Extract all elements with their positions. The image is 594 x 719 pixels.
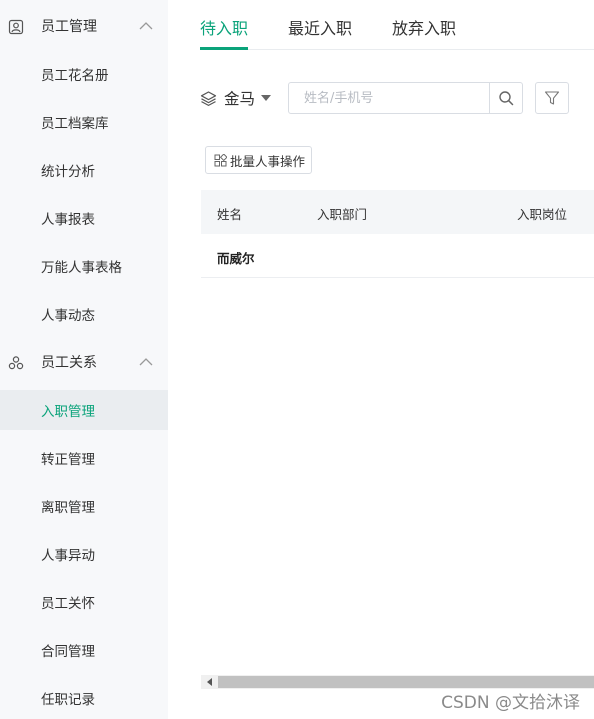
sidebar-item-hr-transfers[interactable]: 人事异动	[0, 534, 168, 574]
filter-button[interactable]	[535, 82, 569, 114]
sidebar-item-label: 员工档案库	[41, 116, 109, 132]
onboarding-table: 姓名 入职部门 入职岗位 而威尔	[201, 190, 594, 278]
layers-icon	[200, 90, 217, 106]
sidebar-group-employee-management[interactable]: 员工管理	[0, 2, 168, 50]
sidebar-item-label: 入职管理	[41, 404, 95, 420]
watermark: CSDN @文拾沐译	[441, 693, 580, 713]
company-name: 金马	[224, 90, 256, 108]
sidebar-item-label: 人事动态	[41, 308, 95, 324]
sidebar-item-label: 人事报表	[41, 212, 95, 228]
sidebar-item-label: 员工花名册	[41, 68, 109, 84]
person-icon	[8, 19, 24, 35]
scrollbar-thumb[interactable]	[218, 676, 594, 688]
toolbar: 金马	[200, 82, 594, 114]
column-header-name[interactable]: 姓名	[217, 204, 242, 223]
sidebar-item-universal-hr-table[interactable]: 万能人事表格	[0, 246, 168, 286]
active-tab-indicator	[200, 47, 248, 50]
app-root: 员工管理 员工花名册 员工档案库 统计分析 人事报表 万能人事表格 人事动态 员…	[0, 0, 594, 719]
table-header: 姓名 入职部门 入职岗位	[201, 190, 594, 234]
tab-bar: 待入职 最近入职 放弃入职	[200, 0, 594, 50]
sidebar-item-hr-reports[interactable]: 人事报表	[0, 198, 168, 238]
sidebar-item-offboarding-management[interactable]: 离职管理	[0, 486, 168, 526]
sidebar-item-label: 转正管理	[41, 452, 95, 468]
search-input[interactable]	[289, 83, 489, 113]
sidebar-item-label: 人事异动	[41, 548, 95, 564]
column-header-position[interactable]: 入职岗位	[517, 204, 567, 223]
filter-icon	[544, 91, 560, 105]
sidebar-item-label: 合同管理	[41, 644, 95, 660]
tab-abandoned-onboarding[interactable]: 放弃入职	[392, 15, 456, 39]
sidebar: 员工管理 员工花名册 员工档案库 统计分析 人事报表 万能人事表格 人事动态 员…	[0, 0, 168, 719]
sidebar-item-label: 任职记录	[41, 692, 95, 708]
table-row[interactable]: 而威尔	[201, 234, 594, 278]
search-button[interactable]	[489, 83, 522, 113]
sidebar-item-label: 统计分析	[41, 164, 95, 180]
column-header-department[interactable]: 入职部门	[317, 204, 367, 223]
tab-pending-onboarding[interactable]: 待入职	[200, 15, 248, 39]
tab-recent-onboarding[interactable]: 最近入职	[288, 15, 352, 39]
scroll-left-button[interactable]	[201, 675, 218, 689]
sidebar-item-contract-management[interactable]: 合同管理	[0, 630, 168, 670]
search-box	[288, 82, 523, 114]
sidebar-item-employee-archive[interactable]: 员工档案库	[0, 102, 168, 142]
sidebar-item-label: 员工关怀	[41, 596, 95, 612]
sidebar-item-label: 万能人事表格	[41, 260, 122, 276]
sidebar-item-employee-roster[interactable]: 员工花名册	[0, 54, 168, 94]
search-icon	[499, 91, 514, 106]
grid-icon	[214, 153, 227, 166]
sidebar-item-onboarding-management[interactable]: 入职管理	[0, 390, 168, 430]
batch-hr-operation-button[interactable]: 批量人事操作	[205, 146, 312, 174]
sidebar-item-probation-management[interactable]: 转正管理	[0, 438, 168, 478]
relations-icon	[8, 356, 24, 370]
caret-down-icon	[261, 95, 272, 101]
sidebar-item-label: 离职管理	[41, 500, 95, 516]
sidebar-group-label: 员工关系	[41, 355, 97, 371]
chevron-up-icon	[139, 22, 153, 30]
horizontal-scrollbar[interactable]	[201, 675, 594, 689]
chevron-up-icon	[139, 358, 153, 366]
company-selector[interactable]: 金马	[200, 82, 272, 114]
sidebar-item-employee-care[interactable]: 员工关怀	[0, 582, 168, 622]
arrow-left-icon	[206, 678, 212, 686]
main-content: 待入职 最近入职 放弃入职 金马 姓名/手机号 批量人事操作 姓名 入职部门 入…	[168, 0, 594, 719]
sidebar-item-hr-updates[interactable]: 人事动态	[0, 294, 168, 334]
sidebar-group-employee-relations[interactable]: 员工关系	[0, 338, 168, 386]
sidebar-group-label: 员工管理	[41, 19, 97, 35]
sidebar-item-position-records[interactable]: 任职记录	[0, 678, 168, 718]
cell-name: 而威尔	[217, 251, 255, 266]
sidebar-item-statistics[interactable]: 统计分析	[0, 150, 168, 190]
batch-button-label: 批量人事操作	[230, 153, 306, 169]
